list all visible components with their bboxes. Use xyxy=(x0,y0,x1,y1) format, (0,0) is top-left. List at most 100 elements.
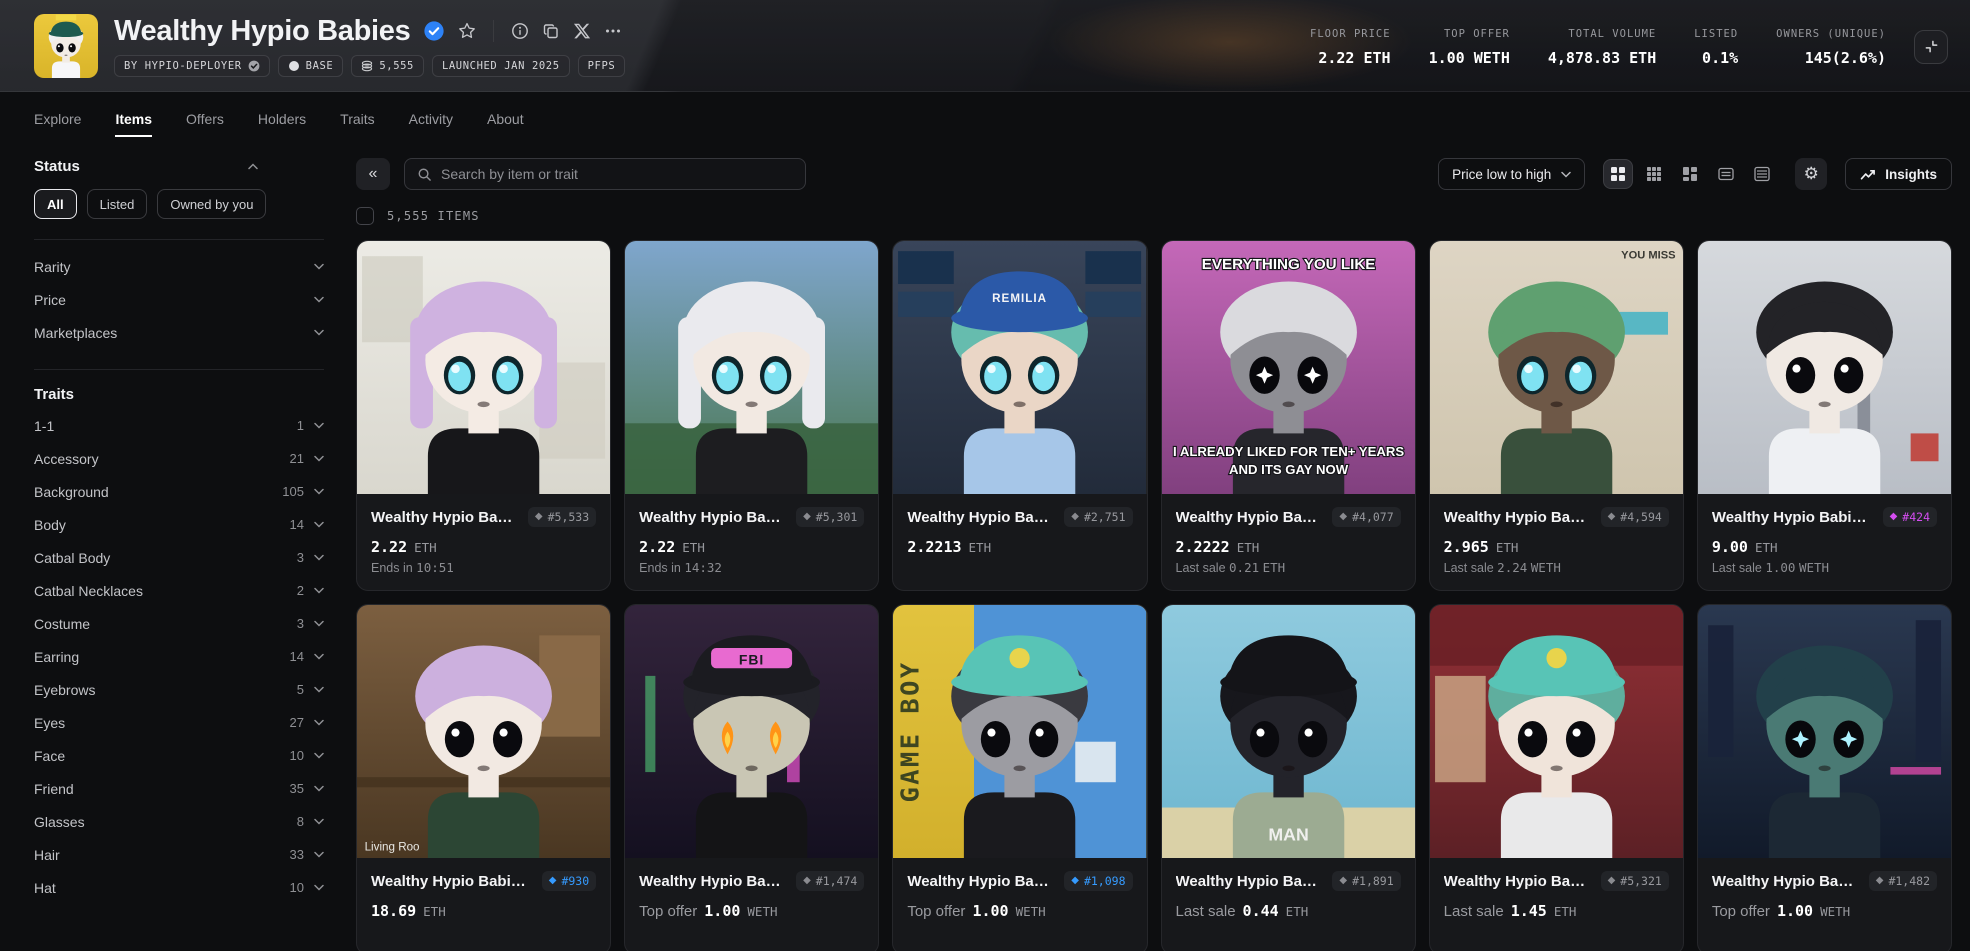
diamond-icon: ◆ xyxy=(1608,512,1616,522)
nft-card[interactable]: FBI Wealthy Hypio Babie... ◆ #1,474 Top … xyxy=(624,604,879,951)
status-option-all[interactable]: All xyxy=(34,189,77,219)
tab-offers[interactable]: Offers xyxy=(186,92,224,146)
nft-artwork xyxy=(357,241,610,494)
trait-label: Background xyxy=(34,484,109,500)
nft-name: Wealthy Hypio Babie... xyxy=(1176,873,1325,890)
collection-title: Wealthy Hypio Babies xyxy=(114,15,410,48)
trait-filter-glasses[interactable]: Glasses8 xyxy=(34,805,324,838)
price-value: 2.22 xyxy=(639,538,675,556)
price-value: 18.69 xyxy=(371,902,416,920)
rarity-rank-badge: ◆ #5,301 xyxy=(796,507,864,527)
stat-value: 0.1% xyxy=(1702,49,1738,67)
nft-card[interactable]: REMILIA Wealthy Hypio Babie... ◆ #2,751 … xyxy=(892,240,1147,591)
nft-image: YOU MISS xyxy=(1430,241,1683,494)
view-masonry-button[interactable] xyxy=(1675,159,1705,189)
trait-filter-catbal-necklaces[interactable]: Catbal Necklaces2 xyxy=(34,574,324,607)
nft-card[interactable]: Wealthy Hypio Babie... ◆ #5,321 Last sal… xyxy=(1429,604,1684,951)
trait-filter-friend[interactable]: Friend35 xyxy=(34,772,324,805)
status-option-listed[interactable]: Listed xyxy=(87,189,148,219)
filter-label: Price xyxy=(34,292,66,308)
view-compact-button[interactable] xyxy=(1747,159,1777,189)
nft-card[interactable]: Wealthy Hypio Babie... ◆ #1,482 Top offe… xyxy=(1697,604,1952,951)
favorite-star-icon[interactable] xyxy=(458,22,476,40)
trait-label: 1-1 xyxy=(34,418,54,434)
sub-value: 2.24 xyxy=(1497,560,1527,575)
collection-avatar[interactable] xyxy=(34,14,98,78)
view-grid-large-button[interactable] xyxy=(1603,159,1633,189)
tab-explore[interactable]: Explore xyxy=(34,92,81,146)
search-bar[interactable] xyxy=(404,158,806,190)
more-menu-icon[interactable] xyxy=(604,22,622,40)
svg-text:MAN: MAN xyxy=(1268,825,1308,845)
trait-filter-background[interactable]: Background105 xyxy=(34,475,324,508)
nft-card[interactable]: YOU MISS Wealthy Hypio Babie... ◆ #4,594… xyxy=(1429,240,1684,591)
trait-filter-accessory[interactable]: Accessory21 xyxy=(34,442,324,475)
filter-price[interactable]: Price xyxy=(34,283,324,316)
view-grid-small-button[interactable] xyxy=(1639,159,1669,189)
copy-icon[interactable] xyxy=(542,22,560,40)
stat-label: TOP OFFER xyxy=(1444,28,1510,40)
select-all-checkbox[interactable] xyxy=(356,207,374,225)
nft-card[interactable]: EVERYTHING YOU LIKEI ALREADY LIKED FOR T… xyxy=(1161,240,1416,591)
chevron-down-icon xyxy=(314,422,324,429)
svg-text:GAME BOY: GAME BOY xyxy=(896,661,925,803)
trait-filter-eyebrows[interactable]: Eyebrows5 xyxy=(34,673,324,706)
price-row: 2.2222 ETH xyxy=(1176,538,1401,556)
trait-filter-1-1[interactable]: 1-11 xyxy=(34,409,324,442)
svg-text:I ALREADY LIKED FOR TEN+ YEARS: I ALREADY LIKED FOR TEN+ YEARS xyxy=(1173,444,1404,459)
chevron-down-icon xyxy=(314,752,324,759)
nft-card[interactable]: Wealthy Hypio Babie... ◆ #5,301 2.22 ETH… xyxy=(624,240,879,591)
tab-holders[interactable]: Holders xyxy=(258,92,306,146)
view-list-button[interactable] xyxy=(1711,159,1741,189)
nft-artwork xyxy=(1698,241,1951,494)
nft-card[interactable]: Wealthy Hypio Babies 5... ◆ #424 9.00 ET… xyxy=(1697,240,1952,591)
verified-badge-icon xyxy=(423,20,445,42)
nft-card[interactable]: MAN Wealthy Hypio Babie... ◆ #1,891 Last… xyxy=(1161,604,1416,951)
trait-filter-costume[interactable]: Costume3 xyxy=(34,607,324,640)
collection-identity: Wealthy Hypio Babies xyxy=(34,14,625,78)
tab-activity[interactable]: Activity xyxy=(409,92,453,146)
nft-card[interactable]: Wealthy Hypio Babie... ◆ #5,533 2.22 ETH… xyxy=(356,240,611,591)
twitter-x-icon[interactable] xyxy=(573,22,591,40)
status-section-header[interactable]: Status xyxy=(34,158,258,175)
trait-label: Eyebrows xyxy=(34,682,95,698)
nft-artwork xyxy=(625,241,878,494)
nft-artwork xyxy=(34,14,98,78)
trait-filter-face[interactable]: Face10 xyxy=(34,739,324,772)
trait-filter-earring[interactable]: Earring14 xyxy=(34,640,324,673)
nft-artwork: YOU MISS xyxy=(1430,241,1683,494)
trait-filter-catbal-body[interactable]: Catbal Body3 xyxy=(34,541,324,574)
stat-label: OWNERS (UNIQUE) xyxy=(1776,28,1886,40)
tab-traits[interactable]: Traits xyxy=(340,92,374,146)
trait-label: Hat xyxy=(34,880,56,896)
price-currency: ETH xyxy=(969,540,992,555)
nft-card[interactable]: Living Roo Wealthy Hypio Babies 1... ◆ #… xyxy=(356,604,611,951)
price-value: 2.22 xyxy=(371,538,407,556)
tab-about[interactable]: About xyxy=(487,92,524,146)
nft-artwork: GAME BOY xyxy=(893,605,1146,858)
collapse-sidebar-button[interactable]: « xyxy=(356,158,390,190)
collapse-header-button[interactable] xyxy=(1914,30,1948,64)
nft-card[interactable]: GAME BOY Wealthy Hypio Babie... ◆ #1,098… xyxy=(892,604,1147,951)
nft-image: Living Roo xyxy=(357,605,610,858)
sort-dropdown[interactable]: Price low to high xyxy=(1438,158,1585,190)
sub-info-row: Last sale 1.00 WETH xyxy=(1712,560,1937,575)
insights-button[interactable]: Insights xyxy=(1845,158,1952,190)
trait-filter-hair[interactable]: Hair33 xyxy=(34,838,324,871)
rarity-rank-badge: ◆ #1,482 xyxy=(1869,871,1937,891)
stat-top-offer: TOP OFFER1.00 WETH xyxy=(1429,28,1510,67)
trait-filter-hat[interactable]: Hat10 xyxy=(34,871,324,904)
filter-marketplaces[interactable]: Marketplaces xyxy=(34,316,324,349)
trait-filter-body[interactable]: Body14 xyxy=(34,508,324,541)
status-option-owned-by-you[interactable]: Owned by you xyxy=(157,189,266,219)
nft-name: Wealthy Hypio Babie... xyxy=(907,873,1056,890)
settings-gear-icon[interactable]: ⚙ xyxy=(1795,158,1827,190)
filter-rarity[interactable]: Rarity xyxy=(34,250,324,283)
rank-number: #1,891 xyxy=(1352,874,1394,888)
search-input[interactable] xyxy=(441,166,793,182)
trait-filter-eyes[interactable]: Eyes27 xyxy=(34,706,324,739)
info-icon[interactable] xyxy=(511,22,529,40)
view-switcher xyxy=(1603,159,1777,189)
items-count-row: 5,555 ITEMS xyxy=(356,206,1952,226)
tab-items[interactable]: Items xyxy=(115,92,152,146)
